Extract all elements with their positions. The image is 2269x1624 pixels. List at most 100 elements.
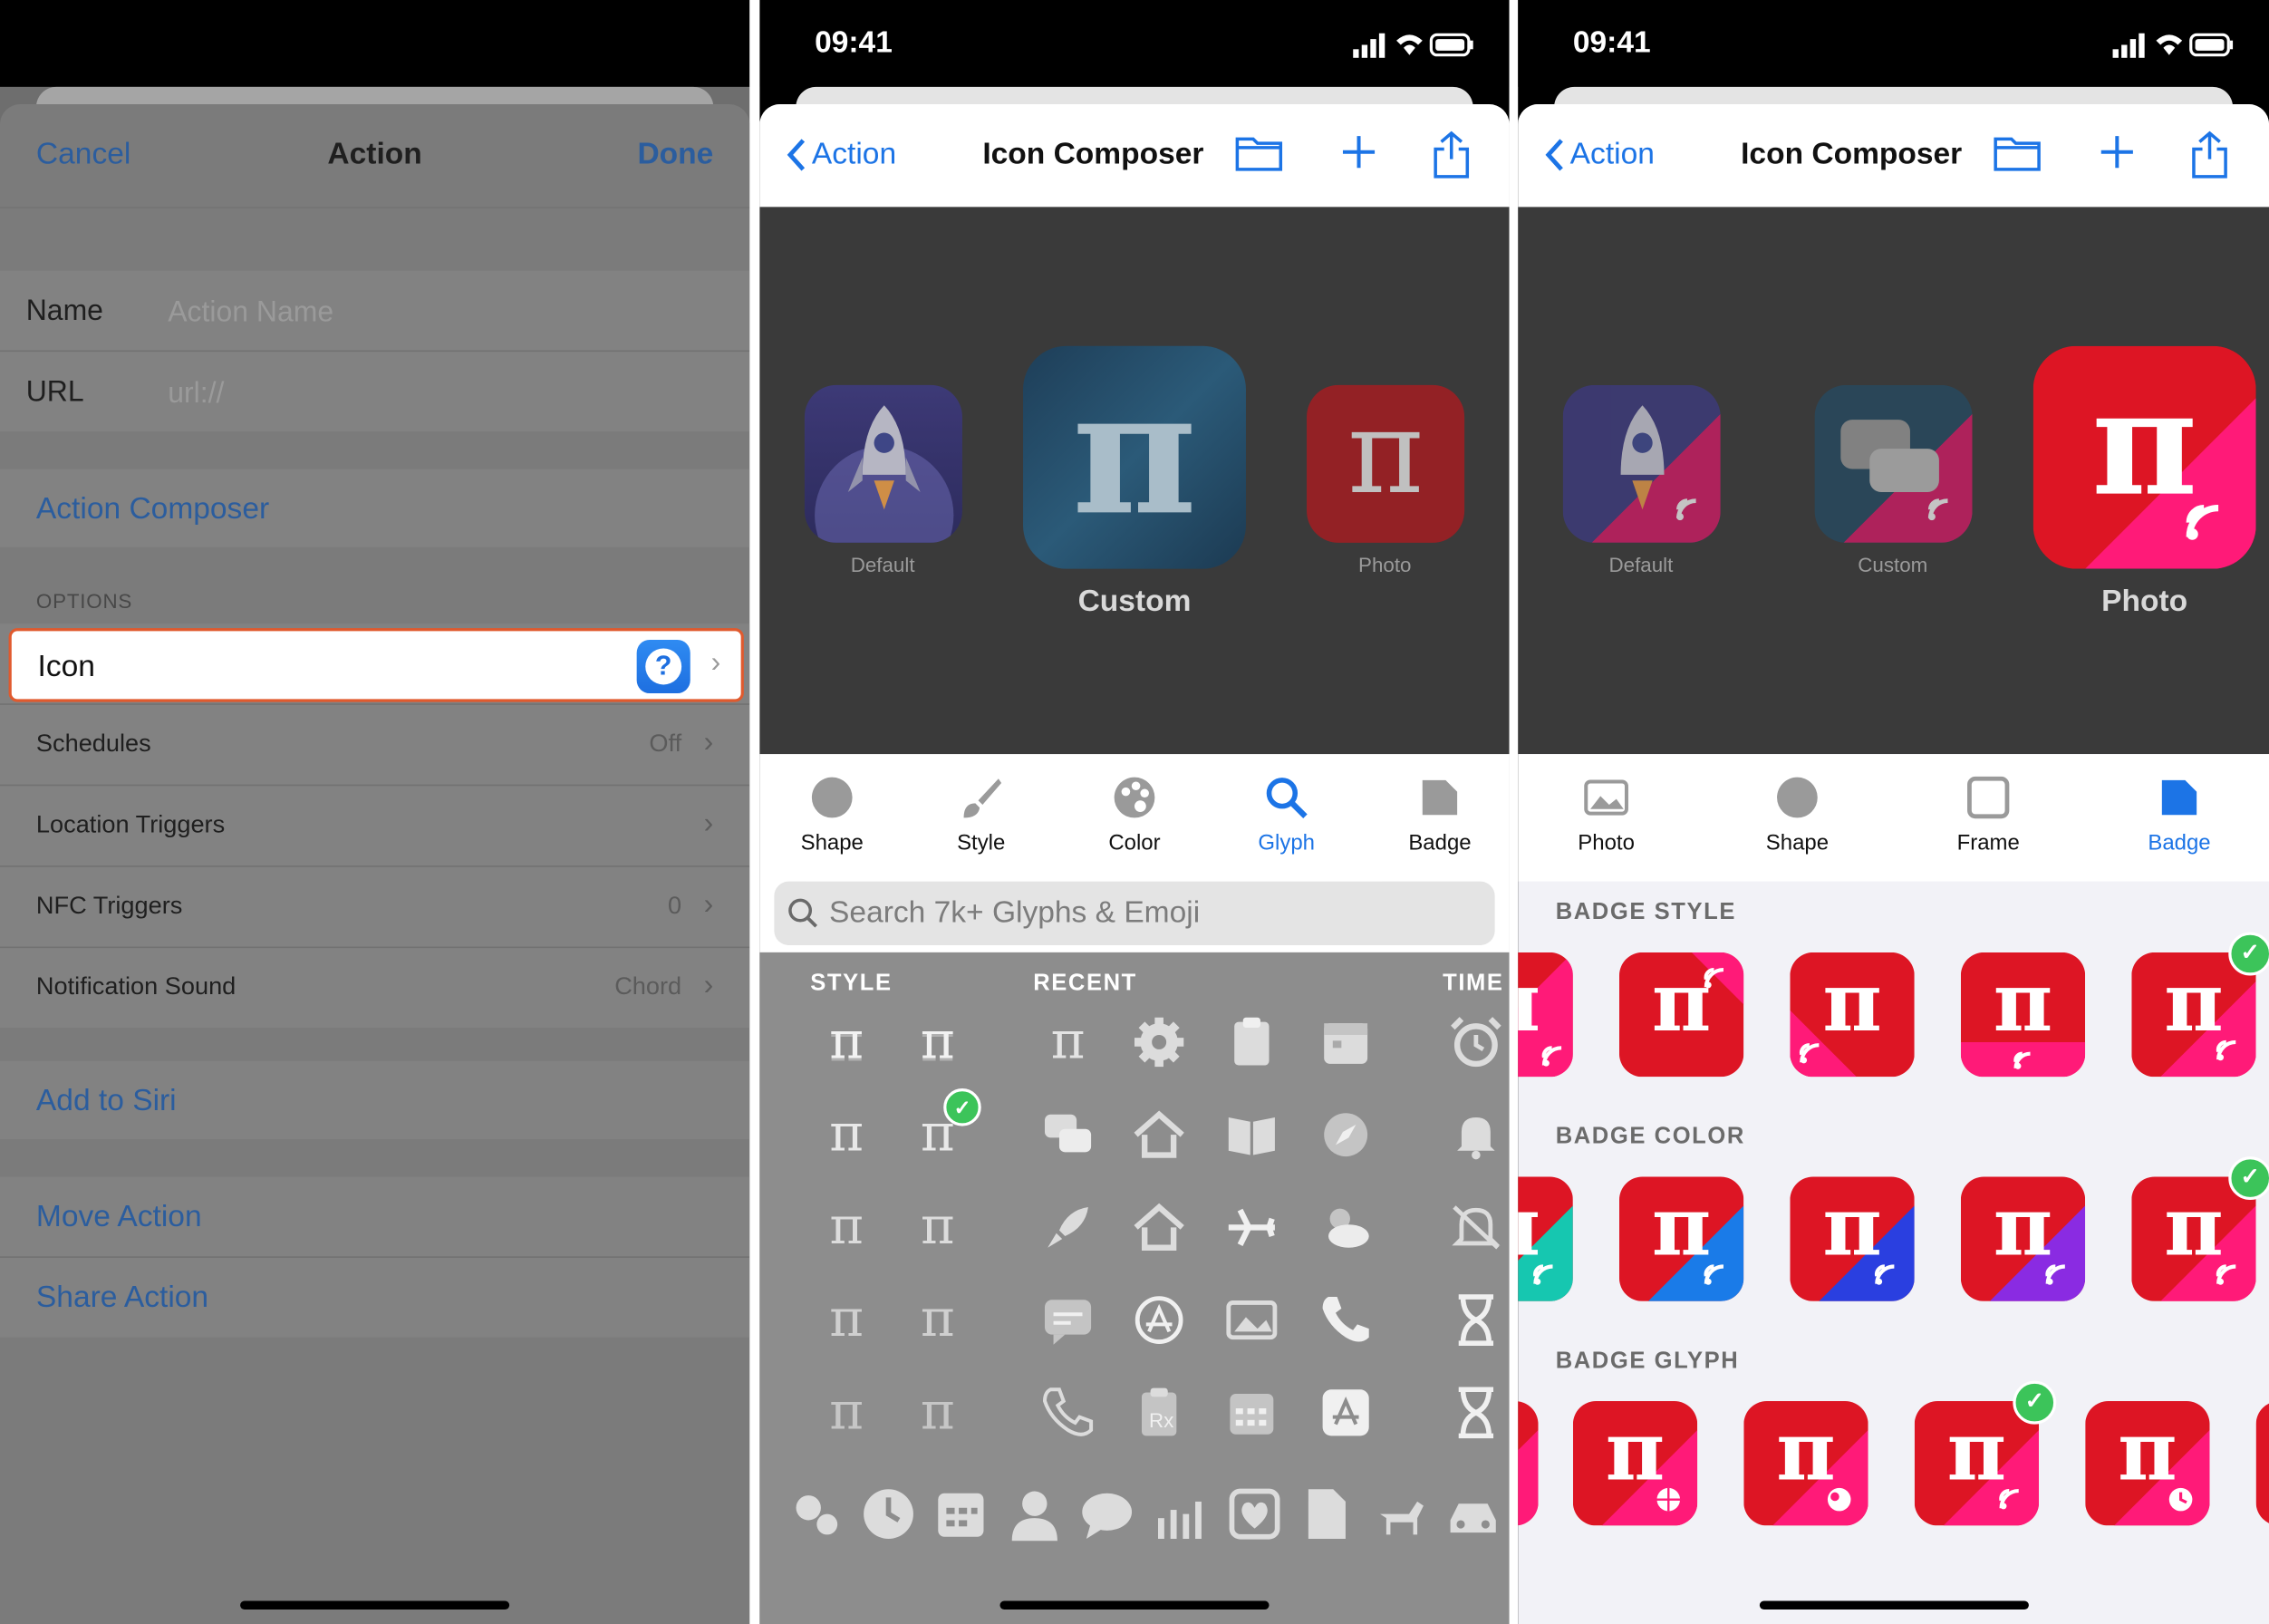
badge-style-option[interactable]: π [1960, 952, 2086, 1078]
bell-slash-icon[interactable] [1447, 1198, 1505, 1256]
phone-icon[interactable] [1039, 1384, 1097, 1442]
book-icon[interactable] [1222, 1106, 1280, 1164]
icon-preview-area: Default π Custom π Photo [759, 207, 1510, 755]
pi-style-option[interactable]: π [909, 1198, 967, 1256]
schedules-row[interactable]: Schedules Off › [0, 705, 750, 787]
calendar-icon[interactable] [1317, 1013, 1375, 1071]
tab-photo[interactable]: Photo [1534, 754, 1679, 856]
badge-glyph-option[interactable]: π [2085, 1401, 2210, 1526]
badge-color-option[interactable]: π [1790, 1176, 1915, 1301]
house-icon[interactable] [1130, 1106, 1188, 1164]
person-icon[interactable] [1006, 1485, 1057, 1542]
glyph-search-input[interactable]: Search 7k+ Glyphs & Emoji [774, 881, 1495, 945]
tab-shape[interactable]: Shape [759, 754, 904, 856]
share-action-link[interactable]: Share Action [36, 1281, 208, 1315]
tab-badge[interactable]: Badge [1367, 754, 1510, 856]
calendar-icon[interactable] [932, 1485, 984, 1537]
badge-glyph-option[interactable]: π [1743, 1401, 1868, 1526]
rocket-icon [1562, 384, 1721, 543]
plus-icon[interactable] [1338, 130, 1379, 181]
custom-icon-preview[interactable] [1814, 384, 1973, 543]
cloud-sun-icon[interactable] [1317, 1198, 1375, 1256]
action-composer-row[interactable]: Action Composer [0, 469, 750, 547]
default-icon-preview[interactable] [804, 384, 962, 543]
chat-bubbles-icon[interactable] [1039, 1106, 1097, 1164]
location-triggers-row[interactable]: Location Triggers › [0, 786, 750, 867]
tab-color[interactable]: Color [1062, 754, 1207, 856]
move-action-link[interactable]: Move Action [36, 1200, 202, 1234]
house-icon[interactable] [1130, 1198, 1188, 1256]
pi-style-option[interactable]: π [909, 1383, 967, 1442]
app-store-icon[interactable] [1130, 1291, 1188, 1349]
tab-frame[interactable]: Frame [1916, 754, 2061, 856]
car-icon[interactable] [1444, 1485, 1497, 1533]
default-icon-preview[interactable] [1562, 384, 1721, 543]
clock-icon[interactable] [859, 1485, 913, 1539]
phone-icon[interactable] [1317, 1291, 1375, 1349]
move-action-row[interactable]: Move Action [0, 1176, 750, 1258]
badge-style-option[interactable]: π [1618, 952, 1744, 1078]
tab-shape[interactable]: Shape [1725, 754, 1870, 856]
prescription-icon[interactable]: Rx [1130, 1384, 1188, 1442]
hourglass-icon[interactable] [1447, 1291, 1505, 1349]
badge-glyph-option[interactable]: π [2255, 1401, 2269, 1526]
nfc-triggers-row[interactable]: NFC Triggers 0 › [0, 867, 750, 949]
chart-icon[interactable] [1152, 1485, 1202, 1539]
gear-icon[interactable] [1130, 1013, 1188, 1071]
done-button[interactable]: Done [637, 138, 713, 172]
badge-color-option[interactable]: π [1518, 1176, 1573, 1301]
hourglass-icon[interactable] [1447, 1384, 1505, 1442]
pi-style-option[interactable]: π [909, 1012, 967, 1071]
folder-icon[interactable] [1234, 130, 1283, 181]
badge-glyph-option[interactable]: π [1518, 1401, 1539, 1526]
icon-row[interactable]: Icon ? › [8, 628, 744, 702]
folder-icon[interactable] [1993, 130, 2042, 181]
pi-style-option[interactable]: π [817, 1012, 875, 1071]
badge-color-option[interactable]: π [1618, 1176, 1744, 1301]
app-store-square-icon[interactable] [1317, 1384, 1375, 1442]
alarm-icon[interactable] [1447, 1013, 1505, 1071]
photos-icon[interactable] [1222, 1291, 1280, 1349]
message-icon[interactable] [1039, 1291, 1097, 1349]
photo-icon-preview[interactable]: π [1307, 384, 1465, 543]
add-to-siri-link[interactable]: Add to Siri [36, 1084, 177, 1118]
badge-glyph-option[interactable]: π [1572, 1401, 1698, 1526]
action-composer-link[interactable]: Action Composer [36, 492, 269, 527]
photo-icon-preview[interactable]: π [2032, 345, 2256, 569]
speech-bubble-icon[interactable] [1078, 1485, 1133, 1539]
name-field[interactable]: Action Name [168, 296, 333, 330]
compass-icon[interactable] [1317, 1106, 1375, 1164]
share-icon[interactable] [2189, 130, 2230, 187]
gears-icon[interactable] [786, 1485, 838, 1535]
pi-style-option[interactable]: π [817, 1290, 875, 1349]
tab-style[interactable]: Style [909, 754, 1054, 856]
calendar-grid-icon[interactable] [1222, 1384, 1280, 1442]
pi-style-option[interactable]: π [817, 1383, 875, 1442]
clipboard-icon[interactable] [1222, 1013, 1280, 1071]
pi-style-option[interactable]: π [817, 1198, 875, 1256]
document-icon[interactable] [1299, 1485, 1347, 1539]
badge-color-option[interactable]: π [1960, 1176, 2086, 1301]
tab-glyph[interactable]: Glyph [1214, 754, 1359, 856]
badge-style-option[interactable]: π [1518, 952, 1573, 1078]
bell-icon[interactable] [1447, 1106, 1505, 1164]
airplane-icon[interactable] [1222, 1198, 1280, 1256]
add-to-siri-row[interactable]: Add to Siri [0, 1060, 750, 1139]
custom-icon-preview[interactable]: π [1023, 345, 1246, 569]
pi-style-option[interactable]: π [909, 1290, 967, 1349]
share-action-row[interactable]: Share Action [0, 1258, 749, 1338]
share-icon[interactable] [1431, 130, 1472, 187]
pi-glyph-recent[interactable]: π [1039, 1012, 1097, 1071]
rocket-icon[interactable] [1039, 1198, 1097, 1256]
tab-badge[interactable]: Badge [2107, 754, 2252, 856]
dog-icon[interactable] [1372, 1485, 1424, 1535]
back-button[interactable]: Action [786, 138, 896, 172]
badge-style-option[interactable]: π [1790, 952, 1915, 1078]
plus-icon[interactable] [2097, 130, 2138, 181]
notification-sound-row[interactable]: Notification Sound Chord › [0, 948, 749, 1028]
url-field[interactable]: url:// [168, 378, 224, 411]
badge-glyph-option[interactable]: π [1914, 1401, 2040, 1526]
back-button[interactable]: Action [1544, 138, 1655, 172]
heart-box-icon[interactable] [1225, 1485, 1279, 1540]
pi-style-option[interactable]: π [817, 1105, 875, 1164]
